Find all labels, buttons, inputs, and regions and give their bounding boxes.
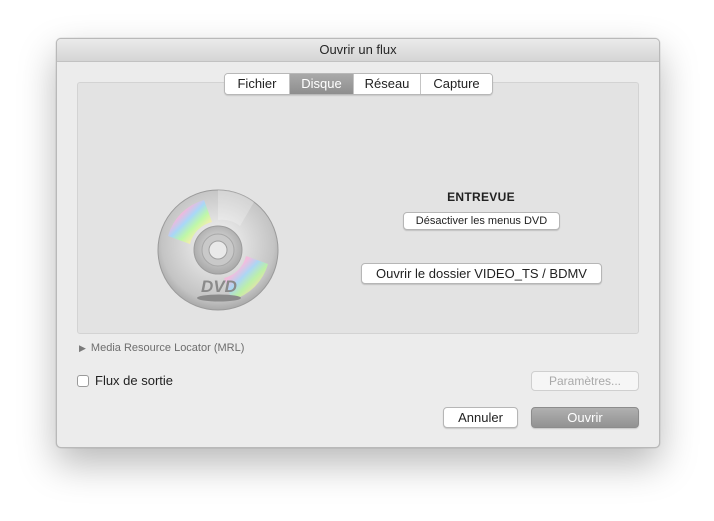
disc-panel: DVD ENTREVUE Désactiver les menus DVD Ou… bbox=[77, 82, 639, 334]
mrl-disclosure[interactable]: ▶ Media Resource Locator (MRL) bbox=[79, 342, 244, 354]
disclosure-triangle-icon[interactable]: ▶ bbox=[79, 343, 86, 354]
tab-disque[interactable]: Disque bbox=[289, 74, 353, 94]
stream-output-label: Flux de sortie bbox=[95, 373, 174, 388]
disc-title: ENTREVUE bbox=[447, 190, 515, 204]
tab-fichier[interactable]: Fichier bbox=[225, 74, 289, 94]
open-video-ts-folder-button[interactable]: Ouvrir le dossier VIDEO_TS / BDMV bbox=[361, 263, 602, 284]
page: Ouvrir un flux DVD ENTREVUE Désactiver l… bbox=[0, 0, 714, 521]
tab-reseau[interactable]: Réseau bbox=[353, 74, 420, 94]
stream-output-option[interactable]: Flux de sortie bbox=[77, 373, 173, 388]
stream-output-checkbox[interactable] bbox=[77, 374, 89, 387]
settings-button[interactable]: Paramètres... bbox=[531, 371, 639, 391]
open-stream-dialog: Ouvrir un flux DVD ENTREVUE Désactiver l… bbox=[56, 38, 660, 448]
source-tabs: Fichier Disque Réseau Capture bbox=[224, 73, 493, 95]
cancel-button[interactable]: Annuler bbox=[443, 407, 518, 428]
window-title: Ouvrir un flux bbox=[57, 39, 659, 62]
dvd-logo-text: DVD bbox=[201, 277, 237, 296]
dvd-disc-icon: DVD bbox=[156, 188, 280, 312]
mrl-label: Media Resource Locator (MRL) bbox=[90, 342, 245, 354]
disable-dvd-menus-button[interactable]: Désactiver les menus DVD bbox=[403, 212, 560, 230]
open-button[interactable]: Ouvrir bbox=[531, 407, 639, 428]
tab-capture[interactable]: Capture bbox=[420, 74, 492, 94]
